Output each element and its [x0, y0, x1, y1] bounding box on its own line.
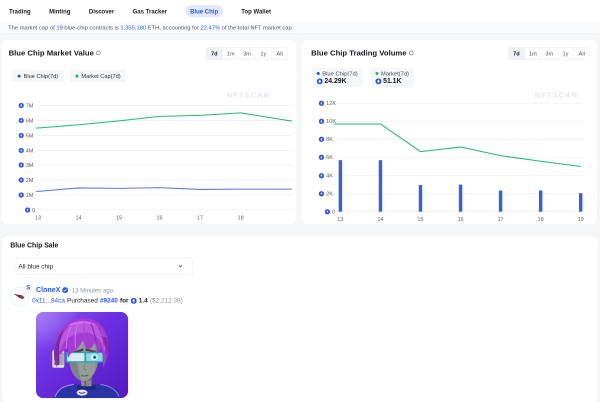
svg-text:3M: 3M	[26, 163, 34, 169]
svg-text:14: 14	[75, 215, 81, 221]
svg-text:5M: 5M	[26, 133, 34, 139]
svg-text:16: 16	[156, 215, 162, 221]
svg-text:0: 0	[332, 210, 335, 216]
svg-text:15: 15	[116, 215, 122, 221]
svg-text:0: 0	[32, 208, 35, 214]
svg-text:16: 16	[457, 217, 463, 223]
svg-text:12K: 12K	[326, 101, 336, 107]
svg-text:2M: 2M	[26, 178, 34, 184]
svg-text:19: 19	[578, 217, 584, 223]
svg-text:1M: 1M	[26, 193, 34, 199]
svg-text:13: 13	[35, 215, 41, 221]
svg-text:17: 17	[197, 215, 203, 221]
svg-text:17: 17	[497, 217, 503, 223]
svg-text:13: 13	[337, 217, 343, 223]
svg-text:2K: 2K	[326, 192, 333, 198]
svg-text:4M: 4M	[26, 148, 34, 154]
svg-text:6K: 6K	[326, 155, 333, 161]
svg-text:14: 14	[377, 217, 383, 223]
svg-text:4K: 4K	[326, 174, 333, 180]
svg-text:6M: 6M	[26, 118, 34, 124]
svg-text:18: 18	[238, 215, 244, 221]
svg-text:8K: 8K	[326, 137, 333, 143]
svg-text:15: 15	[417, 217, 423, 223]
svg-text:7M: 7M	[26, 103, 34, 109]
svg-text:18: 18	[538, 217, 544, 223]
